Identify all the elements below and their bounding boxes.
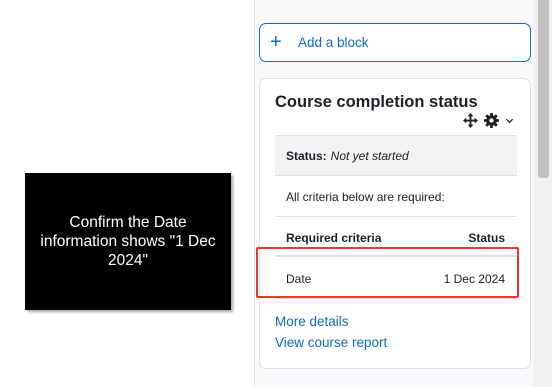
tutorial-tooltip-text: Confirm the Date information shows "1 De… bbox=[40, 214, 216, 269]
tutorial-tooltip: Confirm the Date information shows "1 De… bbox=[25, 173, 231, 310]
move-icon[interactable] bbox=[463, 113, 478, 128]
status-label: Status: bbox=[286, 148, 327, 163]
column-header-status: Status bbox=[468, 231, 505, 245]
scrollbar-thumb[interactable] bbox=[538, 0, 549, 178]
chevron-down-icon[interactable] bbox=[505, 116, 514, 125]
add-block-button[interactable]: + Add a block bbox=[259, 23, 531, 62]
course-completion-block: Course completion status Status: Not yet… bbox=[259, 78, 531, 369]
add-block-label: Add a block bbox=[298, 35, 369, 50]
status-value: Not yet started bbox=[330, 148, 409, 163]
block-controls bbox=[463, 113, 514, 128]
status-row: Status: Not yet started bbox=[275, 136, 517, 175]
criteria-note: All criteria below are required: bbox=[286, 190, 445, 204]
plus-icon: + bbox=[270, 30, 282, 53]
block-title: Course completion status bbox=[275, 93, 478, 111]
gear-icon[interactable] bbox=[484, 113, 499, 128]
more-details-link[interactable]: More details bbox=[275, 314, 349, 329]
divider bbox=[275, 216, 517, 217]
view-course-report-link[interactable]: View course report bbox=[275, 335, 387, 350]
divider bbox=[275, 175, 517, 176]
column-header-criteria: Required criteria bbox=[286, 231, 382, 245]
divider bbox=[275, 298, 517, 299]
date-row-highlight bbox=[256, 247, 519, 298]
